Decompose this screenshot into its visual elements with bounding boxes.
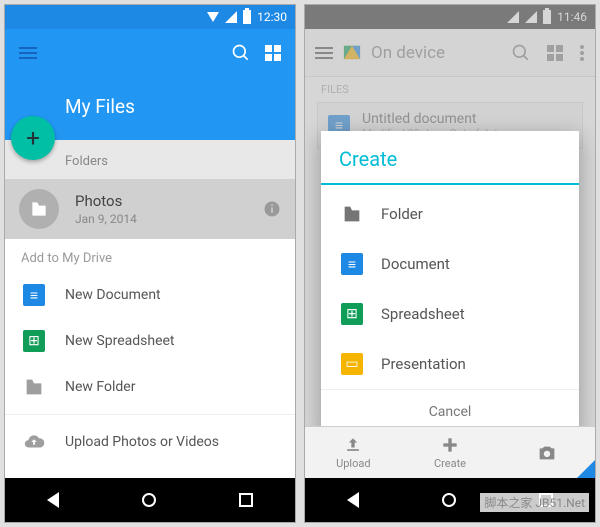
item-new-document[interactable]: ≡ New Document: [5, 272, 295, 318]
hero: My Files +: [5, 77, 295, 140]
item-new-spreadsheet[interactable]: ⊞ New Spreadsheet: [5, 318, 295, 364]
spreadsheet-icon: ⊞: [341, 303, 363, 325]
corner-indicator: [577, 460, 595, 478]
battery-icon: [243, 10, 251, 24]
screenshot-left: 12:30 My Files + Folders Photos Jan 9, 2…: [4, 4, 296, 523]
bottom-label: Upload: [336, 457, 370, 470]
document-icon: ≡: [23, 284, 45, 306]
item-label: New Spreadsheet: [65, 333, 175, 349]
item-upload[interactable]: Upload Photos or Videos: [5, 419, 295, 465]
nav-back-icon[interactable]: [347, 492, 359, 508]
bottom-label: Create: [434, 457, 466, 470]
upload-icon: [343, 435, 363, 455]
bottom-action-bar: Upload Create: [305, 426, 595, 478]
option-label: Folder: [381, 205, 423, 223]
screenshot-right: 11:46 On device FILES ≡ Untitled documen…: [304, 4, 596, 523]
dialog-option-presentation[interactable]: ▭ Presentation: [321, 339, 579, 389]
folder-icon: [23, 376, 45, 398]
view-grid-icon[interactable]: [265, 45, 281, 61]
wifi-icon: [225, 11, 237, 23]
folder-icon: [19, 189, 59, 229]
cloud-upload-icon: [23, 431, 45, 453]
folder-icon: [341, 203, 363, 225]
nav-home-icon[interactable]: [142, 493, 156, 507]
dialog-title: Create: [321, 131, 579, 183]
item-label: New Document: [65, 287, 161, 303]
option-label: Document: [381, 255, 450, 273]
folder-row-photos[interactable]: Photos Jan 9, 2014: [5, 179, 295, 239]
plus-icon: [440, 435, 460, 455]
camera-icon: [536, 442, 558, 464]
item-label: Upload Photos or Videos: [65, 434, 219, 450]
menu-icon[interactable]: [19, 47, 37, 59]
signal-icon: [207, 12, 219, 22]
spreadsheet-icon: ⊞: [23, 330, 45, 352]
presentation-icon: ▭: [341, 353, 363, 375]
nav-recent-icon[interactable]: [239, 493, 253, 507]
create-dialog: Create Folder ≡ Document ⊞ Spreadsheet ▭…: [321, 131, 579, 434]
nav-back-icon[interactable]: [47, 492, 59, 508]
item-new-folder[interactable]: New Folder: [5, 364, 295, 410]
status-bar: 12:30: [5, 5, 295, 29]
info-icon[interactable]: [263, 200, 281, 218]
app-bar: [5, 29, 295, 77]
search-icon[interactable]: [231, 43, 251, 63]
document-icon: ≡: [341, 253, 363, 275]
folder-name: Photos: [75, 192, 137, 210]
fab-add-button[interactable]: +: [11, 116, 55, 160]
watermark: 脚本之家 JB51.Net: [480, 493, 589, 512]
bottom-upload-button[interactable]: Upload: [305, 427, 402, 478]
option-label: Spreadsheet: [381, 305, 465, 323]
page-title: My Files: [65, 95, 135, 118]
bottom-create-button[interactable]: Create: [402, 427, 499, 478]
folder-date: Jan 9, 2014: [75, 212, 137, 226]
divider: [321, 183, 579, 185]
status-time: 12:30: [257, 10, 287, 24]
option-label: Presentation: [381, 355, 466, 373]
dialog-option-folder[interactable]: Folder: [321, 189, 579, 239]
android-navbar: [5, 478, 295, 522]
nav-home-icon[interactable]: [442, 493, 456, 507]
dialog-option-document[interactable]: ≡ Document: [321, 239, 579, 289]
dialog-option-spreadsheet[interactable]: ⊞ Spreadsheet: [321, 289, 579, 339]
add-to-drive-label: Add to My Drive: [5, 239, 295, 272]
item-label: New Folder: [65, 379, 135, 395]
